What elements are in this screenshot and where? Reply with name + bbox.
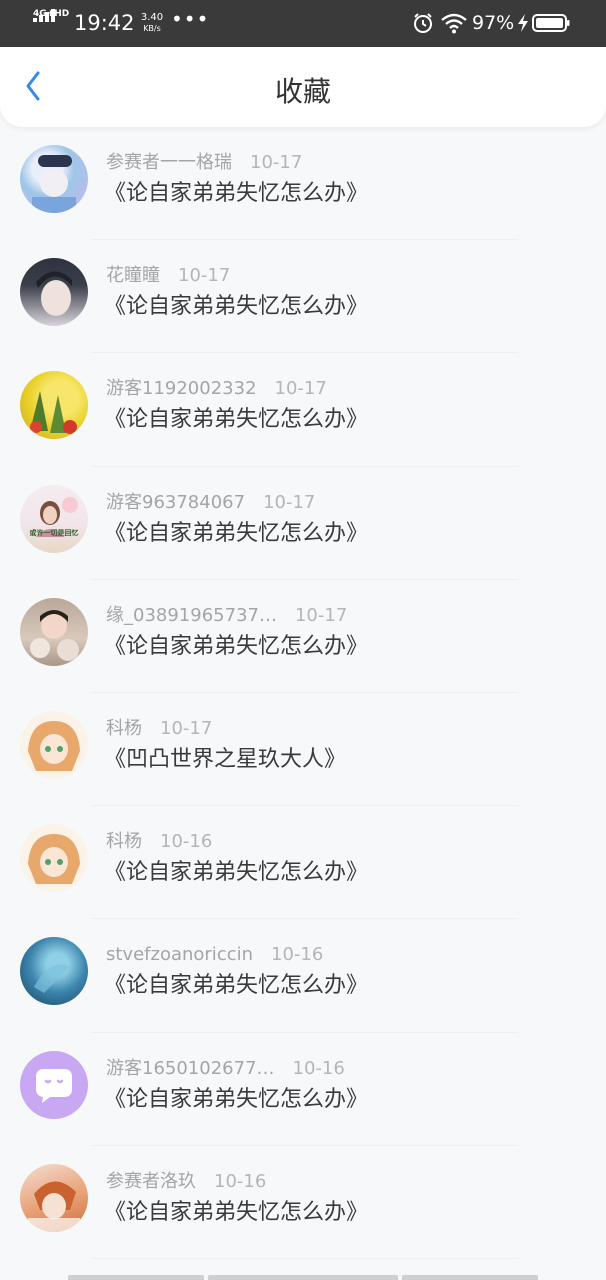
list-item[interactable]: 花瞳瞳 10-17 《论自家弟弟失忆怎么办》 [0,240,606,354]
work-title[interactable]: 《论自家弟弟失忆怎么办》 [104,971,368,1001]
back-button[interactable] [16,67,56,107]
work-title[interactable]: 《论自家弟弟失忆怎么办》 [104,405,368,435]
item-meta: 花瞳瞳 10-17 [106,264,230,288]
date: 10-16 [160,831,213,853]
work-title[interactable]: 《论自家弟弟失忆怎么办》 [104,292,368,322]
page-title: 收藏 [274,75,331,108]
item-meta: 游客1650102677… 10-16 [106,1057,345,1081]
username[interactable]: 参赛者洛玖 [106,1171,196,1192]
avatar[interactable] [20,597,88,666]
list-item[interactable]: 科杨 10-16 《论自家弟弟失忆怎么办》 [0,806,606,920]
username[interactable]: 科杨 [106,831,142,852]
item-meta: stvefzoanoriccin 10-16 [106,943,323,967]
date: 10-16 [271,944,324,966]
speed-unit: KB/s [143,24,161,33]
charging-icon [518,14,528,32]
favorites-list: 参赛者一一格瑞 10-17 《论自家弟弟失忆怎么办》 花瞳瞳 10-17 《论自家弟… [0,127,606,1259]
date: 10-17 [160,717,213,739]
list-item[interactable]: 参赛者洛玖 10-16 《论自家弟弟失忆怎么办》 [0,1146,606,1259]
list-item[interactable]: 游客1192002332 10-17 《论自家弟弟失忆怎么办》 [0,353,606,467]
avatar[interactable] [20,824,88,893]
wifi-icon [441,13,467,34]
item-meta: 科杨 10-17 [106,717,212,741]
date: 10-17 [178,265,231,287]
status-bar: 4G+HD 19:42 3.40 KB/s ••• 97% [0,0,606,47]
username[interactable]: 游客1650102677… [106,1058,275,1079]
avatar[interactable] [20,145,88,213]
divider [92,1257,518,1259]
signal-icon: 4G+HD [33,9,69,36]
avatar[interactable] [20,258,88,327]
work-title[interactable]: 《论自家弟弟失忆怎么办》 [104,1198,368,1228]
username[interactable]: 花瞳瞳 [106,265,160,286]
list-item[interactable]: 或许一切是回忆 游客963784067 10-17 《论自家弟弟失忆怎么办》 [0,467,606,580]
avatar[interactable] [20,937,88,1006]
date: 10-16 [214,1170,267,1192]
item-meta: 游客1192002332 10-17 [106,377,327,401]
avatar[interactable] [20,1050,88,1119]
work-title[interactable]: 《凹凸世界之星玖大人》 [104,745,346,775]
item-meta: 科杨 10-16 [106,830,212,854]
more-notifications-icon: ••• [171,7,210,31]
date: 10-17 [274,378,327,400]
work-title[interactable]: 《论自家弟弟失忆怎么办》 [104,1085,368,1115]
work-title[interactable]: 《论自家弟弟失忆怎么办》 [104,519,368,549]
nav-bar: 收藏 [0,47,606,127]
username[interactable]: 缘_03891965737… [106,605,277,626]
battery-icon [532,14,570,32]
avatar-caption: 或许一切是回忆 [29,528,79,537]
avatar[interactable] [20,1163,88,1232]
item-meta: 缘_03891965737… 10-17 [106,604,347,628]
date: 10-16 [292,1057,345,1079]
item-meta: 参赛者一一格瑞 10-17 [106,151,302,175]
chevron-left-icon [26,71,40,101]
avatar[interactable] [20,710,88,779]
work-title[interactable]: 《论自家弟弟失忆怎么办》 [104,632,368,662]
work-title[interactable]: 《论自家弟弟失忆怎么办》 [104,179,368,209]
next-item-peek [0,1262,606,1280]
list-item[interactable]: 参赛者一一格瑞 10-17 《论自家弟弟失忆怎么办》 [0,127,606,241]
date: 10-17 [250,152,303,173]
item-meta: 参赛者洛玖 10-16 [106,1170,266,1194]
date: 10-17 [263,491,316,513]
list-item[interactable]: 科杨 10-17 《凹凸世界之星玖大人》 [0,693,606,807]
status-time: 19:42 [74,11,135,35]
username[interactable]: stvefzoanoriccin [106,944,253,965]
username[interactable]: 科杨 [106,718,142,739]
username[interactable]: 游客963784067 [106,492,245,513]
speed-value: 3.40 [140,12,164,23]
list-item[interactable]: 游客1650102677… 10-16 《论自家弟弟失忆怎么办》 [0,1033,606,1146]
list-item[interactable]: 缘_03891965737… 10-17 《论自家弟弟失忆怎么办》 [0,580,606,693]
avatar[interactable]: 或许一切是回忆 [20,484,88,553]
network-speed: 3.40 KB/s [138,12,166,34]
list-item[interactable]: stvefzoanoriccin 10-16 《论自家弟弟失忆怎么办》 [0,919,606,1033]
date: 10-17 [294,604,348,626]
work-title[interactable]: 《论自家弟弟失忆怎么办》 [104,858,368,888]
username[interactable]: 参赛者一一格瑞 [106,152,232,173]
alarm-icon [414,13,432,33]
avatar[interactable] [20,371,88,440]
chat-bubble-icon [36,1068,72,1103]
item-meta: 游客963784067 10-17 [106,491,315,515]
battery-percent: 97% [472,12,515,34]
username[interactable]: 游客1192002332 [106,378,257,399]
